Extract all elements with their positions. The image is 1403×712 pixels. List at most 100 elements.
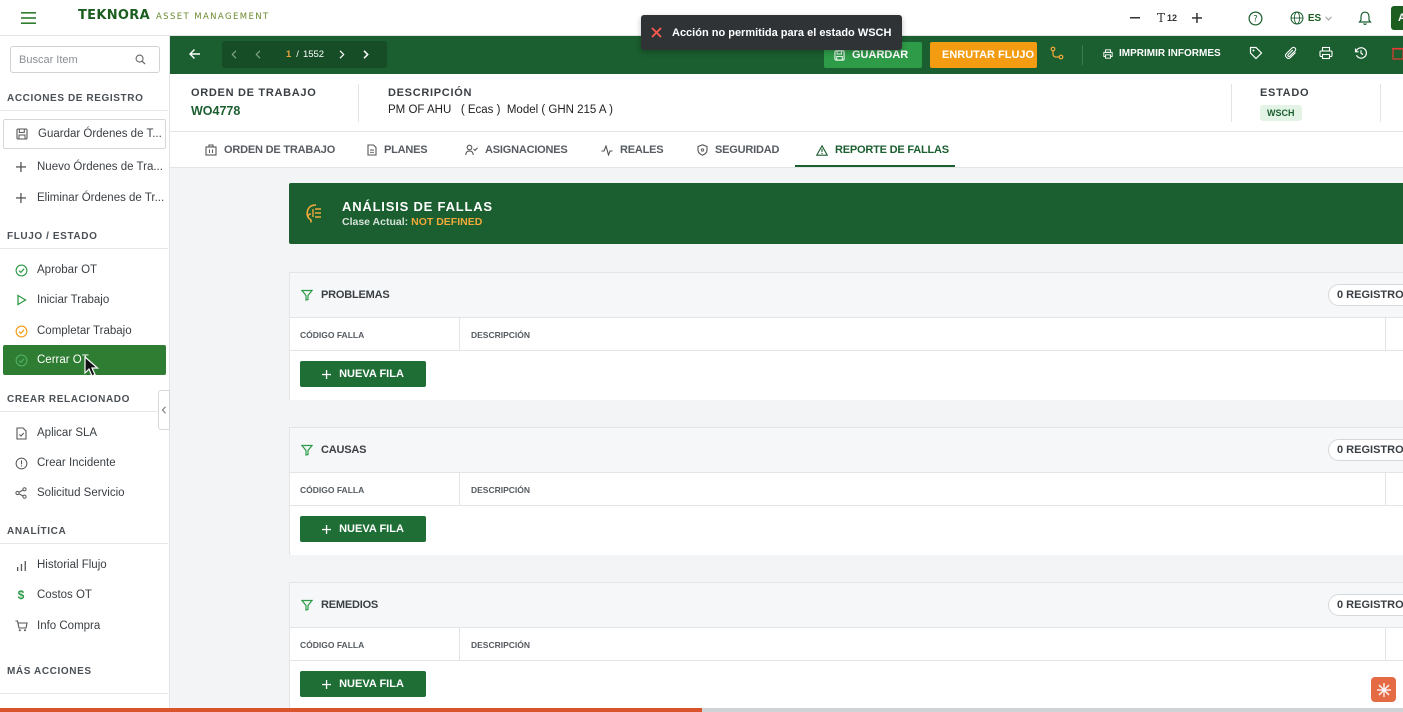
warning-triangle-icon xyxy=(816,144,828,156)
first-page-icon[interactable] xyxy=(222,41,246,68)
sidebar-item-approve-wo[interactable]: Aprobar OT xyxy=(3,255,166,285)
column-header-code[interactable]: CÓDIGO FALLA xyxy=(300,330,364,340)
divider xyxy=(0,693,168,694)
column-header-description[interactable]: DESCRIPCIÓN xyxy=(471,485,530,495)
sidebar-item-purchase-info[interactable]: Info Compra xyxy=(3,611,166,641)
search-icon[interactable] xyxy=(135,54,146,65)
column-header-code[interactable]: CÓDIGO FALLA xyxy=(300,640,364,650)
tab-label: ASIGNACIONES xyxy=(485,144,568,156)
add-row-button[interactable]: NUEVA FILA xyxy=(300,516,426,542)
column-divider[interactable] xyxy=(459,318,460,351)
paperclip-icon[interactable] xyxy=(1284,46,1298,60)
print-icon[interactable] xyxy=(1319,46,1333,60)
assistant-sparkle-icon[interactable] xyxy=(1371,677,1396,702)
font-size-indicator: T 12 xyxy=(1152,8,1182,28)
tab-actuals[interactable]: REALES xyxy=(601,132,664,168)
filter-icon[interactable] xyxy=(301,599,313,611)
print-reports-button[interactable]: IMPRIMIR INFORMES xyxy=(1103,48,1221,59)
column-divider[interactable] xyxy=(459,473,460,506)
record-count-badge: 0 REGISTROS xyxy=(1328,284,1403,306)
sidebar-item-apply-sla[interactable]: Aplicar SLA xyxy=(3,418,166,448)
error-close-icon[interactable] xyxy=(651,27,662,38)
active-tab-indicator xyxy=(795,165,955,167)
sidebar-search[interactable] xyxy=(10,46,160,73)
route-workflow-button[interactable]: ENRUTAR FLUJO xyxy=(930,42,1037,68)
table-body: NUEVA FILA xyxy=(290,506,1403,555)
failure-analysis-icon xyxy=(303,202,325,224)
column-divider[interactable] xyxy=(1385,628,1386,661)
check-circle-icon xyxy=(14,263,28,277)
sidebar-item-new-work-order[interactable]: Nuevo Órdenes de Tra... xyxy=(3,152,166,182)
notifications-bell-icon[interactable] xyxy=(1356,8,1374,28)
hamburger-menu-icon[interactable] xyxy=(18,9,38,27)
history-icon[interactable] xyxy=(1354,46,1368,60)
search-input[interactable] xyxy=(19,53,135,66)
add-row-button[interactable]: NUEVA FILA xyxy=(300,361,426,387)
collapse-sidebar-handle[interactable] xyxy=(158,390,170,430)
prev-page-icon[interactable] xyxy=(246,41,270,68)
save-icon xyxy=(834,49,845,61)
last-page-icon[interactable] xyxy=(354,41,378,68)
plus-icon xyxy=(14,160,28,174)
table-body: NUEVA FILA xyxy=(290,351,1403,400)
sidebar-item-delete-work-order[interactable]: Eliminar Órdenes de Tr... xyxy=(3,183,166,213)
user-avatar[interactable]: A xyxy=(1391,6,1403,30)
increase-font-icon[interactable] xyxy=(1190,8,1204,28)
sidebar-item-label: Nuevo Órdenes de Tra... xyxy=(37,161,163,173)
column-header-description[interactable]: DESCRIPCIÓN xyxy=(471,330,530,340)
column-divider[interactable] xyxy=(459,628,460,661)
user-check-icon xyxy=(465,144,478,156)
divider xyxy=(1380,84,1381,122)
sidebar-item-save-work-orders[interactable]: Guardar Órdenes de T... xyxy=(3,119,166,149)
tab-work-order[interactable]: ORDEN DE TRABAJO xyxy=(205,132,335,168)
filter-icon[interactable] xyxy=(301,444,313,456)
status-label: ESTADO xyxy=(1260,87,1310,99)
sidebar-item-label: Aplicar SLA xyxy=(37,427,98,439)
next-page-icon[interactable] xyxy=(330,41,354,68)
save-icon xyxy=(15,127,29,141)
add-row-label: NUEVA FILA xyxy=(339,523,404,535)
sidebar-item-wo-costs[interactable]: $ Costos OT xyxy=(3,580,166,610)
decrease-font-icon[interactable] xyxy=(1128,8,1142,28)
sidebar-item-complete-work[interactable]: Completar Trabajo xyxy=(3,316,166,346)
font-size-letter: T xyxy=(1156,11,1165,25)
sidebar-item-start-work[interactable]: Iniciar Trabajo xyxy=(3,285,166,315)
add-row-label: NUEVA FILA xyxy=(339,368,404,380)
workflow-route-icon[interactable] xyxy=(1050,46,1064,60)
add-row-button[interactable]: NUEVA FILA xyxy=(300,671,426,697)
app-logo[interactable]: TEKNORA ASSET MANAGEMENT xyxy=(78,8,270,23)
sidebar-item-create-incident[interactable]: Crear Incidente xyxy=(3,448,166,478)
tab-label: REALES xyxy=(620,144,664,156)
problems-panel: PROBLEMAS 0 REGISTROS CÓDIGO FALLA DESCR… xyxy=(289,272,1403,400)
panel-title: PROBLEMAS xyxy=(321,289,390,301)
language-selector[interactable]: ES xyxy=(1288,8,1334,28)
tab-safety[interactable]: SEGURIDAD xyxy=(697,132,779,168)
dollar-icon: $ xyxy=(17,588,25,602)
back-arrow-icon[interactable] xyxy=(188,47,202,61)
status-badge: WSCH xyxy=(1260,105,1302,121)
sidebar-item-label: Guardar Órdenes de T... xyxy=(38,128,162,140)
tab-assignments[interactable]: ASIGNACIONES xyxy=(465,132,568,168)
column-divider[interactable] xyxy=(1385,473,1386,506)
sidebar-item-label: Eliminar Órdenes de Tr... xyxy=(37,192,165,204)
analysis-class: Clase Actual: NOT DEFINED xyxy=(342,216,482,228)
delete-icon[interactable] xyxy=(1392,46,1403,60)
total-records: 1552 xyxy=(302,49,325,60)
column-header-description[interactable]: DESCRIPCIÓN xyxy=(471,640,530,650)
sidebar-item-label: Completar Trabajo xyxy=(37,325,132,337)
column-header-code[interactable]: CÓDIGO FALLA xyxy=(300,485,364,495)
sidebar-item-flow-history[interactable]: Historial Flujo xyxy=(3,550,166,580)
building-icon xyxy=(205,144,217,156)
divider xyxy=(1082,45,1083,65)
language-code: ES xyxy=(1307,12,1322,24)
help-icon[interactable]: ? xyxy=(1246,8,1264,28)
filter-icon[interactable] xyxy=(301,289,313,301)
sidebar-item-service-request[interactable]: Solicitud Servicio xyxy=(3,478,166,508)
section-title-flujo: FLUJO / ESTADO xyxy=(7,231,98,242)
tab-plans[interactable]: PLANES xyxy=(367,132,428,168)
save-button-label: GUARDAR xyxy=(852,49,909,61)
column-divider[interactable] xyxy=(1385,318,1386,351)
tab-failure-report[interactable]: REPORTE DE FALLAS xyxy=(816,132,949,168)
plus-icon xyxy=(322,524,332,534)
tag-icon[interactable] xyxy=(1249,46,1263,60)
